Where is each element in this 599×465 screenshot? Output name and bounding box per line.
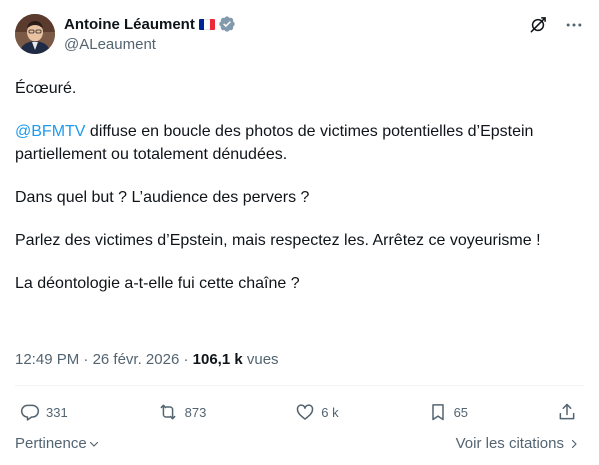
france-flag-icon xyxy=(198,18,215,30)
view-quotes-label: Voir les citations xyxy=(455,435,564,452)
tweet-line: @BFMTV diffuse en boucle des photos de v… xyxy=(15,120,585,166)
replies-footer: Pertinence Voir les citations xyxy=(15,435,580,452)
tweet-header: Antoine Léaument @ALeaument xyxy=(15,14,585,58)
reply-button[interactable]: 331 xyxy=(20,402,68,422)
avatar[interactable] xyxy=(15,14,55,54)
author-info: Antoine Léaument @ALeaument xyxy=(64,14,236,58)
tweet-meta: 12:49 PM · 26 févr. 2026 · 106,1 k vues xyxy=(15,351,279,368)
bookmark-icon xyxy=(431,404,444,421)
bookmark-button[interactable]: 65 xyxy=(428,402,468,422)
repost-icon xyxy=(160,404,176,420)
like-count: 6 k xyxy=(321,404,339,420)
like-button[interactable]: 6 k xyxy=(295,402,339,422)
grok-icon[interactable] xyxy=(527,14,549,36)
reply-icon xyxy=(20,404,40,421)
repost-count: 873 xyxy=(184,404,207,420)
view-quotes-link[interactable]: Voir les citations xyxy=(456,435,580,452)
bookmark-count: 65 xyxy=(453,404,469,420)
name-row: Antoine Léaument xyxy=(64,14,236,34)
sort-label: Pertinence xyxy=(15,435,87,452)
views-label: vues xyxy=(242,351,279,368)
tweet-line: Parlez des victimes d’Epstein, mais resp… xyxy=(15,232,541,249)
share-icon xyxy=(559,403,575,420)
meta-separator: · xyxy=(179,351,193,368)
heart-icon xyxy=(297,404,314,420)
action-bar: 331 873 6 k 65 xyxy=(20,400,577,424)
tweet-date[interactable]: 26 févr. 2026 xyxy=(93,351,180,368)
views-count: 106,1 k xyxy=(192,351,243,368)
share-button[interactable] xyxy=(557,402,577,422)
meta-separator: · xyxy=(79,351,93,368)
verified-badge-icon[interactable] xyxy=(218,15,236,33)
repost-button[interactable]: 873 xyxy=(157,402,207,422)
tweet-time[interactable]: 12:49 PM xyxy=(15,351,79,368)
divider xyxy=(15,385,584,386)
top-icons xyxy=(527,14,585,36)
tweet-text: Écœuré. @BFMTV diffuse en boucle des pho… xyxy=(15,77,585,315)
more-icon[interactable] xyxy=(563,14,585,36)
chevron-right-icon xyxy=(571,439,577,448)
chevron-down-icon xyxy=(89,441,98,447)
author-name[interactable]: Antoine Léaument xyxy=(64,16,195,33)
author-handle[interactable]: @ALeaument xyxy=(64,36,236,53)
sort-dropdown[interactable]: Pertinence xyxy=(15,435,100,452)
tweet-line: La déontologie a-t-elle fui cette chaîne… xyxy=(15,275,300,292)
tweet-line-text: diffuse en boucle des photos de victimes… xyxy=(15,123,534,163)
reply-count: 331 xyxy=(46,404,68,420)
mention-link[interactable]: @BFMTV xyxy=(15,123,85,140)
tweet-line: Écœuré. xyxy=(15,80,77,97)
tweet-line: Dans quel but ? L’audience des pervers ? xyxy=(15,189,310,206)
